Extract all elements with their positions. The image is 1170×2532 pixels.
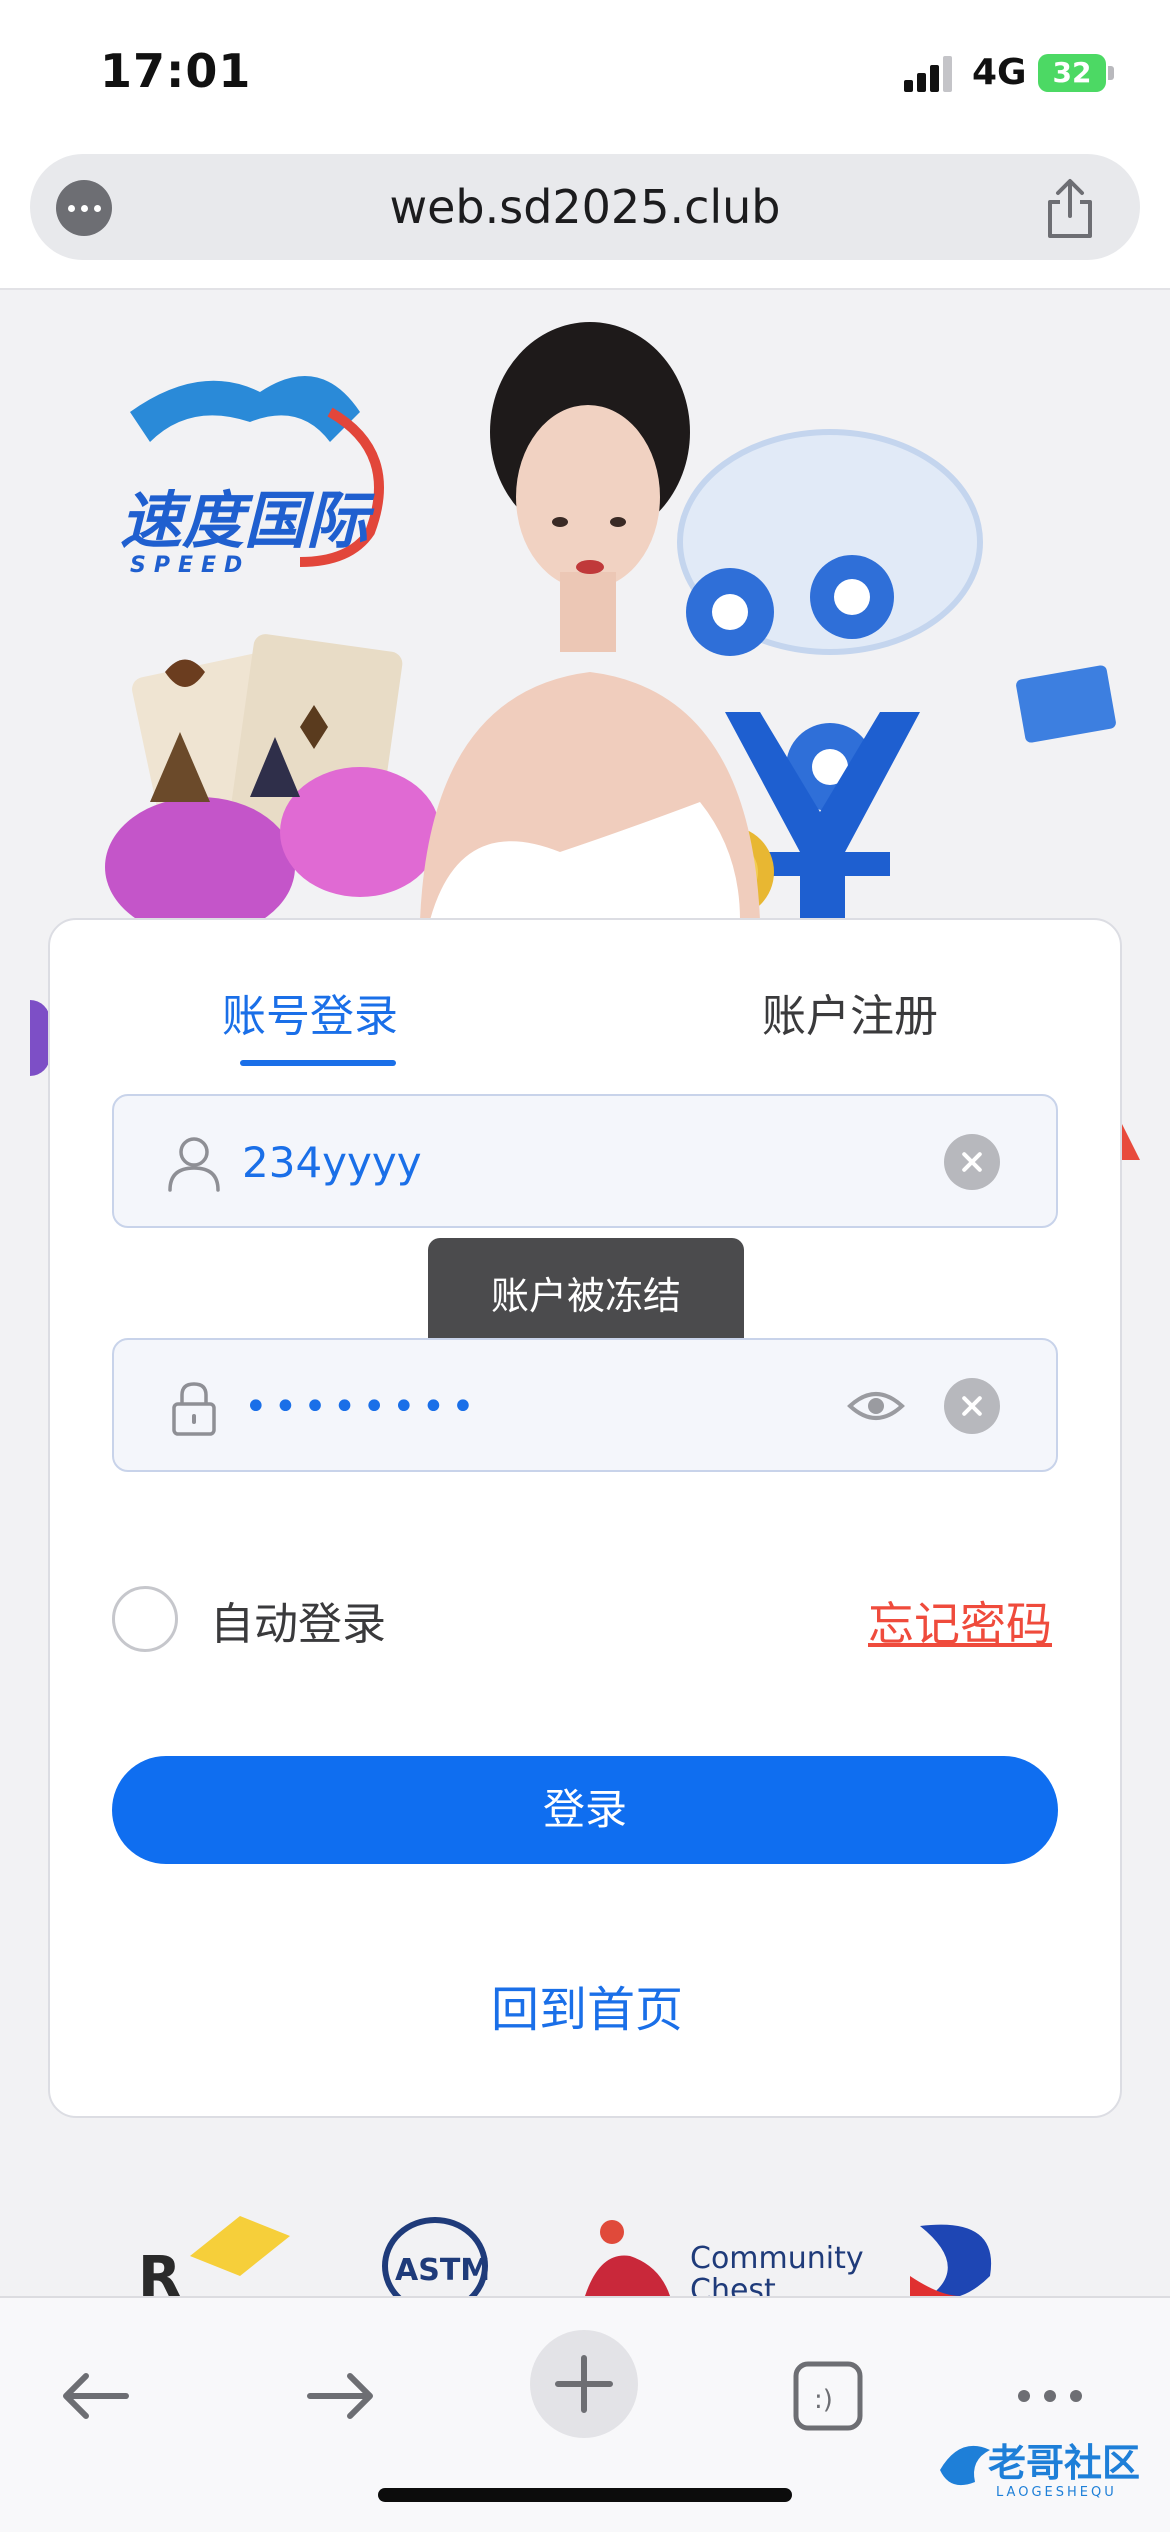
username-field[interactable]: 234yyyy	[112, 1094, 1058, 1228]
page: 17:01 4G 32 web.sd2025.club 速度国际 SPEED 账…	[0, 0, 1170, 2532]
network-type: 4G	[972, 52, 1027, 93]
signal-icon	[904, 56, 956, 92]
password-value[interactable]: ••••••••	[244, 1340, 481, 1474]
svg-text:速度国际: 速度国际	[120, 484, 375, 557]
username-value[interactable]: 234yyyy	[242, 1096, 422, 1230]
partner-logos-strip: R ASTM Community Chest	[138, 2216, 992, 2296]
address-bar[interactable]: web.sd2025.club	[30, 154, 1140, 260]
battery-cap	[1108, 66, 1114, 80]
partner-logos: R ASTM Community Chest	[0, 2196, 1170, 2296]
forward-arrow-icon[interactable]	[300, 2356, 380, 2436]
new-tab-button[interactable]	[530, 2330, 638, 2438]
battery-icon: 32	[1038, 54, 1106, 92]
svg-text:Community: Community	[690, 2241, 864, 2276]
clear-password-icon[interactable]	[944, 1378, 1000, 1434]
hero-illustration: 速度国际 SPEED	[0, 292, 1170, 920]
login-button[interactable]: 登录	[112, 1756, 1058, 1864]
watermark-logo: 老哥社区 LAOGESHEQU	[940, 2441, 1140, 2500]
svg-text:老哥社区: 老哥社区	[988, 2441, 1140, 2485]
svg-text:LAOGESHEQU: LAOGESHEQU	[996, 2485, 1117, 2500]
login-card: 账号登录 账户注册 234yyyy 账户被冻结 •••••••• 自动登录 忘记…	[48, 918, 1122, 2118]
clear-username-icon[interactable]	[944, 1134, 1000, 1190]
menu-dots-icon[interactable]	[1010, 2356, 1090, 2436]
svg-text:Chest: Chest	[690, 2273, 776, 2296]
toast-message: 账户被冻结	[428, 1238, 744, 1354]
right-decoration	[1120, 1120, 1140, 1160]
eye-icon[interactable]	[846, 1380, 906, 1432]
tab-account-register[interactable]: 账户注册	[762, 980, 938, 1044]
auto-login-label[interactable]: 自动登录	[210, 1588, 386, 1652]
back-to-home-link[interactable]: 回到首页	[50, 1970, 1124, 2040]
svg-text:SPEED: SPEED	[130, 553, 250, 578]
svg-text:ASTM: ASTM	[395, 2253, 490, 2288]
tab-account-login[interactable]: 账号登录	[222, 980, 398, 1044]
browser-address-area: web.sd2025.club	[0, 150, 1170, 290]
tabs-icon[interactable]: :)	[788, 2356, 868, 2436]
battery-level: 32	[1052, 56, 1092, 89]
home-indicator	[378, 2488, 792, 2502]
plus-icon	[555, 2355, 613, 2413]
svg-text::): :)	[814, 2385, 833, 2415]
status-time: 17:01	[100, 44, 252, 98]
svg-text:R: R	[138, 2245, 181, 2296]
left-decoration	[30, 1000, 50, 1076]
community-chest-logo: Community Chest	[585, 2220, 864, 2296]
auto-login-checkbox[interactable]	[112, 1586, 178, 1652]
more-options-icon[interactable]	[56, 180, 112, 236]
lock-icon	[172, 1382, 216, 1436]
astm-logo: ASTM	[382, 2217, 490, 2296]
hero-banner: 速度国际 SPEED	[0, 292, 1170, 920]
status-bar: 17:01 4G 32	[0, 0, 1170, 150]
active-tab-indicator	[240, 1060, 396, 1066]
password-field[interactable]: ••••••••	[112, 1338, 1058, 1472]
user-icon	[168, 1137, 220, 1192]
forgot-password-link[interactable]: 忘记密码	[868, 1588, 1052, 1654]
rg-logo: R	[138, 2216, 290, 2296]
address-url[interactable]: web.sd2025.club	[30, 154, 1140, 260]
back-arrow-icon[interactable]	[56, 2356, 136, 2436]
swirl-logo	[910, 2224, 992, 2296]
share-icon[interactable]	[1040, 176, 1100, 240]
